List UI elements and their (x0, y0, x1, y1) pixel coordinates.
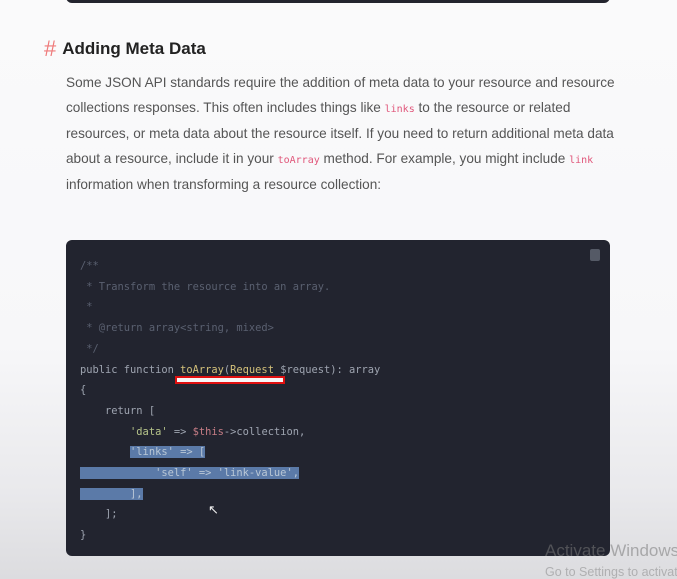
activate-windows-watermark: Activate Windows (545, 541, 677, 560)
inline-code: links (384, 103, 415, 115)
code-content: /** * Transform the resource into an arr… (80, 256, 380, 546)
code-line: * @return array<string, mixed> (80, 322, 274, 335)
code-line: 'self' => 'link-value', (80, 467, 299, 480)
red-underline-annotation (175, 376, 285, 384)
inline-code: toArray (277, 154, 320, 166)
code-line: /** (80, 260, 99, 272)
previous-code-block (66, 0, 610, 3)
inline-code: link (569, 154, 594, 166)
anchor-link[interactable]: # (44, 36, 56, 62)
code-line: } (80, 529, 87, 542)
section-heading: # Adding Meta Data (44, 36, 206, 62)
code-line: * (80, 301, 93, 314)
code-line: 'links' => [ (130, 446, 206, 459)
code-line: */ (80, 342, 99, 355)
section-paragraph: Some JSON API standards require the addi… (66, 71, 616, 198)
code-line: return [ (80, 404, 156, 417)
text: method. For example, you might include (319, 150, 570, 166)
code-line: * Transform the resource into an array. (80, 280, 331, 293)
section-title: Adding Meta Data (62, 39, 206, 58)
code-block: /** * Transform the resource into an arr… (66, 240, 610, 556)
code-line: ], (80, 487, 143, 500)
code-line: ]; (80, 508, 118, 521)
copy-clipboard-icon[interactable] (590, 249, 600, 261)
activate-windows-subtext: Go to Settings to activate Windows. (545, 565, 677, 579)
code-line: 'data' => $this->collection, (130, 425, 306, 438)
mouse-cursor-icon: ↖ (208, 502, 219, 517)
text: information when transforming a resource… (66, 177, 382, 193)
